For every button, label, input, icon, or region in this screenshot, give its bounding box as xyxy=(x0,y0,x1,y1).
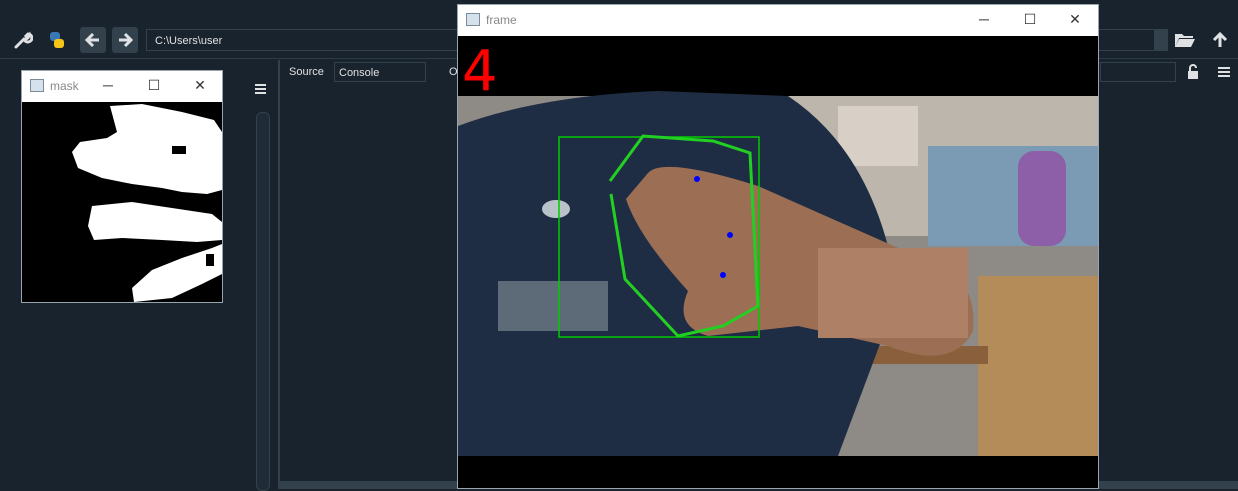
window-app-icon xyxy=(466,13,480,26)
mask-title: mask xyxy=(50,79,79,93)
maximize-icon[interactable]: ☐ xyxy=(1018,9,1042,29)
python-icon[interactable] xyxy=(44,27,70,53)
close-icon[interactable]: ✕ xyxy=(1063,9,1087,29)
chevron-down-icon[interactable] xyxy=(1154,29,1168,51)
folder-open-icon[interactable] xyxy=(1172,27,1198,53)
scrollbar[interactable] xyxy=(256,112,270,491)
window-app-icon xyxy=(30,79,44,92)
defect-point xyxy=(727,232,733,238)
arrow-up-icon[interactable] xyxy=(1207,27,1233,53)
close-icon[interactable]: ✕ xyxy=(188,75,212,95)
frame-titlebar[interactable]: frame ─ ☐ ✕ xyxy=(458,5,1098,35)
frame-window: frame ─ ☐ ✕ 4 xyxy=(457,4,1099,489)
camera-frame: 4 xyxy=(458,36,1098,488)
mask-window: mask ─ ☐ ✕ xyxy=(21,70,223,303)
hamburger-icon[interactable] xyxy=(1216,66,1232,85)
frame-title: frame xyxy=(486,13,517,27)
minimize-icon[interactable]: ─ xyxy=(96,75,120,95)
maximize-icon[interactable]: ☐ xyxy=(142,75,166,95)
finger-count: 4 xyxy=(462,39,498,104)
defect-point xyxy=(694,176,700,182)
source-label: Source xyxy=(289,66,324,78)
minimize-icon[interactable]: ─ xyxy=(972,9,996,29)
mask-titlebar[interactable]: mask ─ ☐ ✕ xyxy=(22,71,222,101)
lock-icon[interactable] xyxy=(1186,64,1200,85)
arrow-left-icon xyxy=(84,32,99,48)
hamburger-icon[interactable] xyxy=(252,82,274,100)
defect-point xyxy=(720,272,726,278)
arrow-right-icon xyxy=(119,32,134,48)
wrench-icon[interactable] xyxy=(10,27,36,53)
object-select[interactable] xyxy=(1100,62,1176,82)
source-select[interactable]: Console xyxy=(334,62,426,82)
mask-image xyxy=(22,102,222,302)
back-button[interactable] xyxy=(80,27,106,53)
forward-button[interactable] xyxy=(112,27,138,53)
